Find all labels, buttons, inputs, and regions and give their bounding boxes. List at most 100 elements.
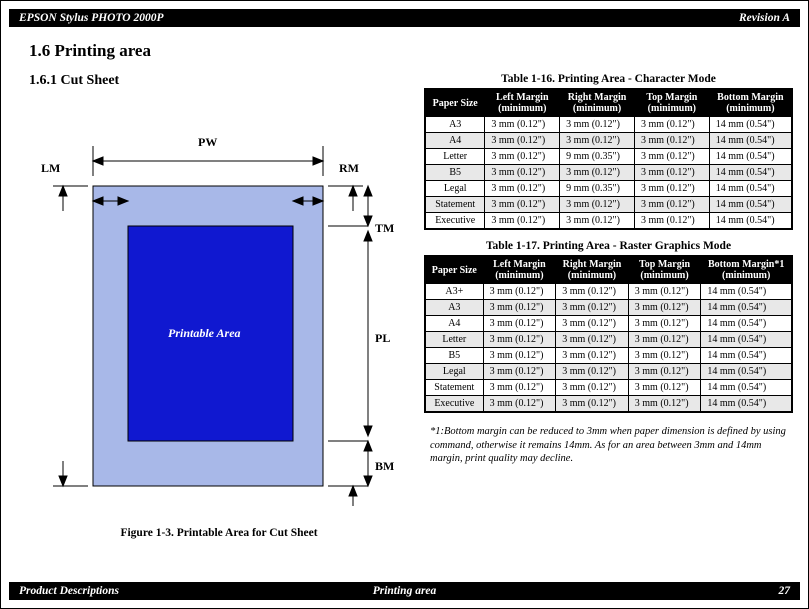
table-cell: 3 mm (0.12") [628, 284, 701, 300]
table-cell: 3 mm (0.12") [560, 165, 635, 181]
table-cell: 3 mm (0.12") [560, 197, 635, 213]
printable-area-figure: PW LM RM TM PL BM Printable Area [33, 121, 393, 511]
table-charmode: Paper SizeLeft Margin(minimum)Right Marg… [424, 88, 793, 230]
table-cell: 3 mm (0.12") [485, 117, 560, 133]
table-cell: Legal [425, 181, 485, 197]
section-title: 1.6 Printing area [29, 41, 793, 61]
table-cell: 3 mm (0.12") [634, 181, 709, 197]
table-row: Legal3 mm (0.12")3 mm (0.12")3 mm (0.12"… [425, 364, 792, 380]
table-row: Letter3 mm (0.12")9 mm (0.35")3 mm (0.12… [425, 149, 792, 165]
content-area: 1.6 Printing area 1.6.1 Cut Sheet [29, 41, 793, 578]
footnote: *1:Bottom margin can be reduced to 3mm w… [424, 423, 793, 468]
table-cell: 3 mm (0.12") [634, 133, 709, 149]
header-revision: Revision A [739, 12, 790, 24]
table-cell: Statement [425, 197, 485, 213]
table-cell: Legal [425, 364, 483, 380]
table-row: A43 mm (0.12")3 mm (0.12")3 mm (0.12")14… [425, 316, 792, 332]
table-cell: A3+ [425, 284, 483, 300]
table-header: Left Margin(minimum) [485, 89, 560, 117]
table-cell: A3 [425, 117, 485, 133]
table-cell: 14 mm (0.54") [701, 380, 792, 396]
table-caption-charmode: Table 1-16. Printing Area - Character Mo… [424, 73, 793, 85]
table-cell: 3 mm (0.12") [628, 332, 701, 348]
table-header: Paper Size [425, 256, 483, 284]
table-cell: 3 mm (0.12") [485, 149, 560, 165]
footer-bar: Product Descriptions Printing area 27 [9, 582, 800, 600]
table-cell: A4 [425, 133, 485, 149]
table-rastermode: Paper SizeLeft Margin(minimum)Right Marg… [424, 255, 793, 413]
table-cell: 3 mm (0.12") [556, 284, 629, 300]
table-header: Right Margin(minimum) [560, 89, 635, 117]
table-cell: 3 mm (0.12") [483, 284, 556, 300]
table-cell: 3 mm (0.12") [556, 316, 629, 332]
label-pw: PW [198, 135, 217, 150]
table-cell: 9 mm (0.35") [560, 149, 635, 165]
table-cell: 14 mm (0.54") [709, 197, 792, 213]
table-cell: 14 mm (0.54") [701, 396, 792, 413]
table-cell: 3 mm (0.12") [556, 300, 629, 316]
table-header: Top Margin(minimum) [628, 256, 701, 284]
table-cell: 3 mm (0.12") [628, 348, 701, 364]
label-pl: PL [375, 331, 390, 346]
table-cell: 3 mm (0.12") [485, 165, 560, 181]
header-title: EPSON Stylus PHOTO 2000P [19, 12, 164, 24]
table-cell: 3 mm (0.12") [634, 197, 709, 213]
table-cell: 14 mm (0.54") [701, 316, 792, 332]
label-tm: TM [375, 221, 394, 236]
table-cell: 14 mm (0.54") [709, 133, 792, 149]
table-cell: 3 mm (0.12") [560, 213, 635, 230]
table-row: B53 mm (0.12")3 mm (0.12")3 mm (0.12")14… [425, 348, 792, 364]
footer-center: Printing area [9, 585, 800, 597]
subsection-title: 1.6.1 Cut Sheet [29, 73, 409, 89]
table-cell: 14 mm (0.54") [709, 165, 792, 181]
label-printable-area: Printable Area [168, 326, 241, 341]
table-cell: 3 mm (0.12") [485, 133, 560, 149]
table-cell: 14 mm (0.54") [709, 117, 792, 133]
table-cell: 3 mm (0.12") [485, 197, 560, 213]
table-cell: 3 mm (0.12") [485, 213, 560, 230]
table-cell: Letter [425, 332, 483, 348]
table-header: Left Margin(minimum) [483, 256, 556, 284]
table-row: Statement3 mm (0.12")3 mm (0.12")3 mm (0… [425, 380, 792, 396]
label-bm: BM [375, 459, 394, 474]
table-cell: Executive [425, 213, 485, 230]
figure-svg [33, 121, 393, 511]
table-caption-rastermode: Table 1-17. Printing Area - Raster Graph… [424, 240, 793, 252]
table-cell: 3 mm (0.12") [483, 348, 556, 364]
table-cell: A4 [425, 316, 483, 332]
label-rm: RM [339, 161, 359, 176]
table-cell: 3 mm (0.12") [483, 316, 556, 332]
table-cell: 9 mm (0.35") [560, 181, 635, 197]
table-cell: 14 mm (0.54") [701, 300, 792, 316]
table-cell: 3 mm (0.12") [483, 332, 556, 348]
table-header: Paper Size [425, 89, 485, 117]
table-cell: 14 mm (0.54") [701, 332, 792, 348]
document-page: EPSON Stylus PHOTO 2000P Revision A 1.6 … [0, 0, 809, 609]
table-header: Right Margin(minimum) [556, 256, 629, 284]
figure-caption: Figure 1-3. Printable Area for Cut Sheet [29, 527, 409, 539]
table-cell: 3 mm (0.12") [556, 332, 629, 348]
table-cell: 3 mm (0.12") [634, 213, 709, 230]
table-cell: 3 mm (0.12") [634, 117, 709, 133]
table-cell: B5 [425, 348, 483, 364]
table-row: A33 mm (0.12")3 mm (0.12")3 mm (0.12")14… [425, 117, 792, 133]
table-cell: 14 mm (0.54") [701, 348, 792, 364]
table-cell: Statement [425, 380, 483, 396]
table-cell: 3 mm (0.12") [483, 364, 556, 380]
table-cell: 3 mm (0.12") [483, 380, 556, 396]
table-row: Executive3 mm (0.12")3 mm (0.12")3 mm (0… [425, 213, 792, 230]
table-cell: 14 mm (0.54") [701, 284, 792, 300]
table-cell: 14 mm (0.54") [701, 364, 792, 380]
header-bar: EPSON Stylus PHOTO 2000P Revision A [9, 9, 800, 27]
table-header: Bottom Margin*1(minimum) [701, 256, 792, 284]
table-cell: 14 mm (0.54") [709, 149, 792, 165]
table-cell: 3 mm (0.12") [483, 396, 556, 413]
table-header: Bottom Margin(minimum) [709, 89, 792, 117]
table-cell: 3 mm (0.12") [560, 117, 635, 133]
label-lm: LM [41, 161, 60, 176]
table-cell: 3 mm (0.12") [634, 165, 709, 181]
table-cell: B5 [425, 165, 485, 181]
table-cell: 3 mm (0.12") [485, 181, 560, 197]
table-cell: 3 mm (0.12") [556, 396, 629, 413]
table-row: A43 mm (0.12")3 mm (0.12")3 mm (0.12")14… [425, 133, 792, 149]
